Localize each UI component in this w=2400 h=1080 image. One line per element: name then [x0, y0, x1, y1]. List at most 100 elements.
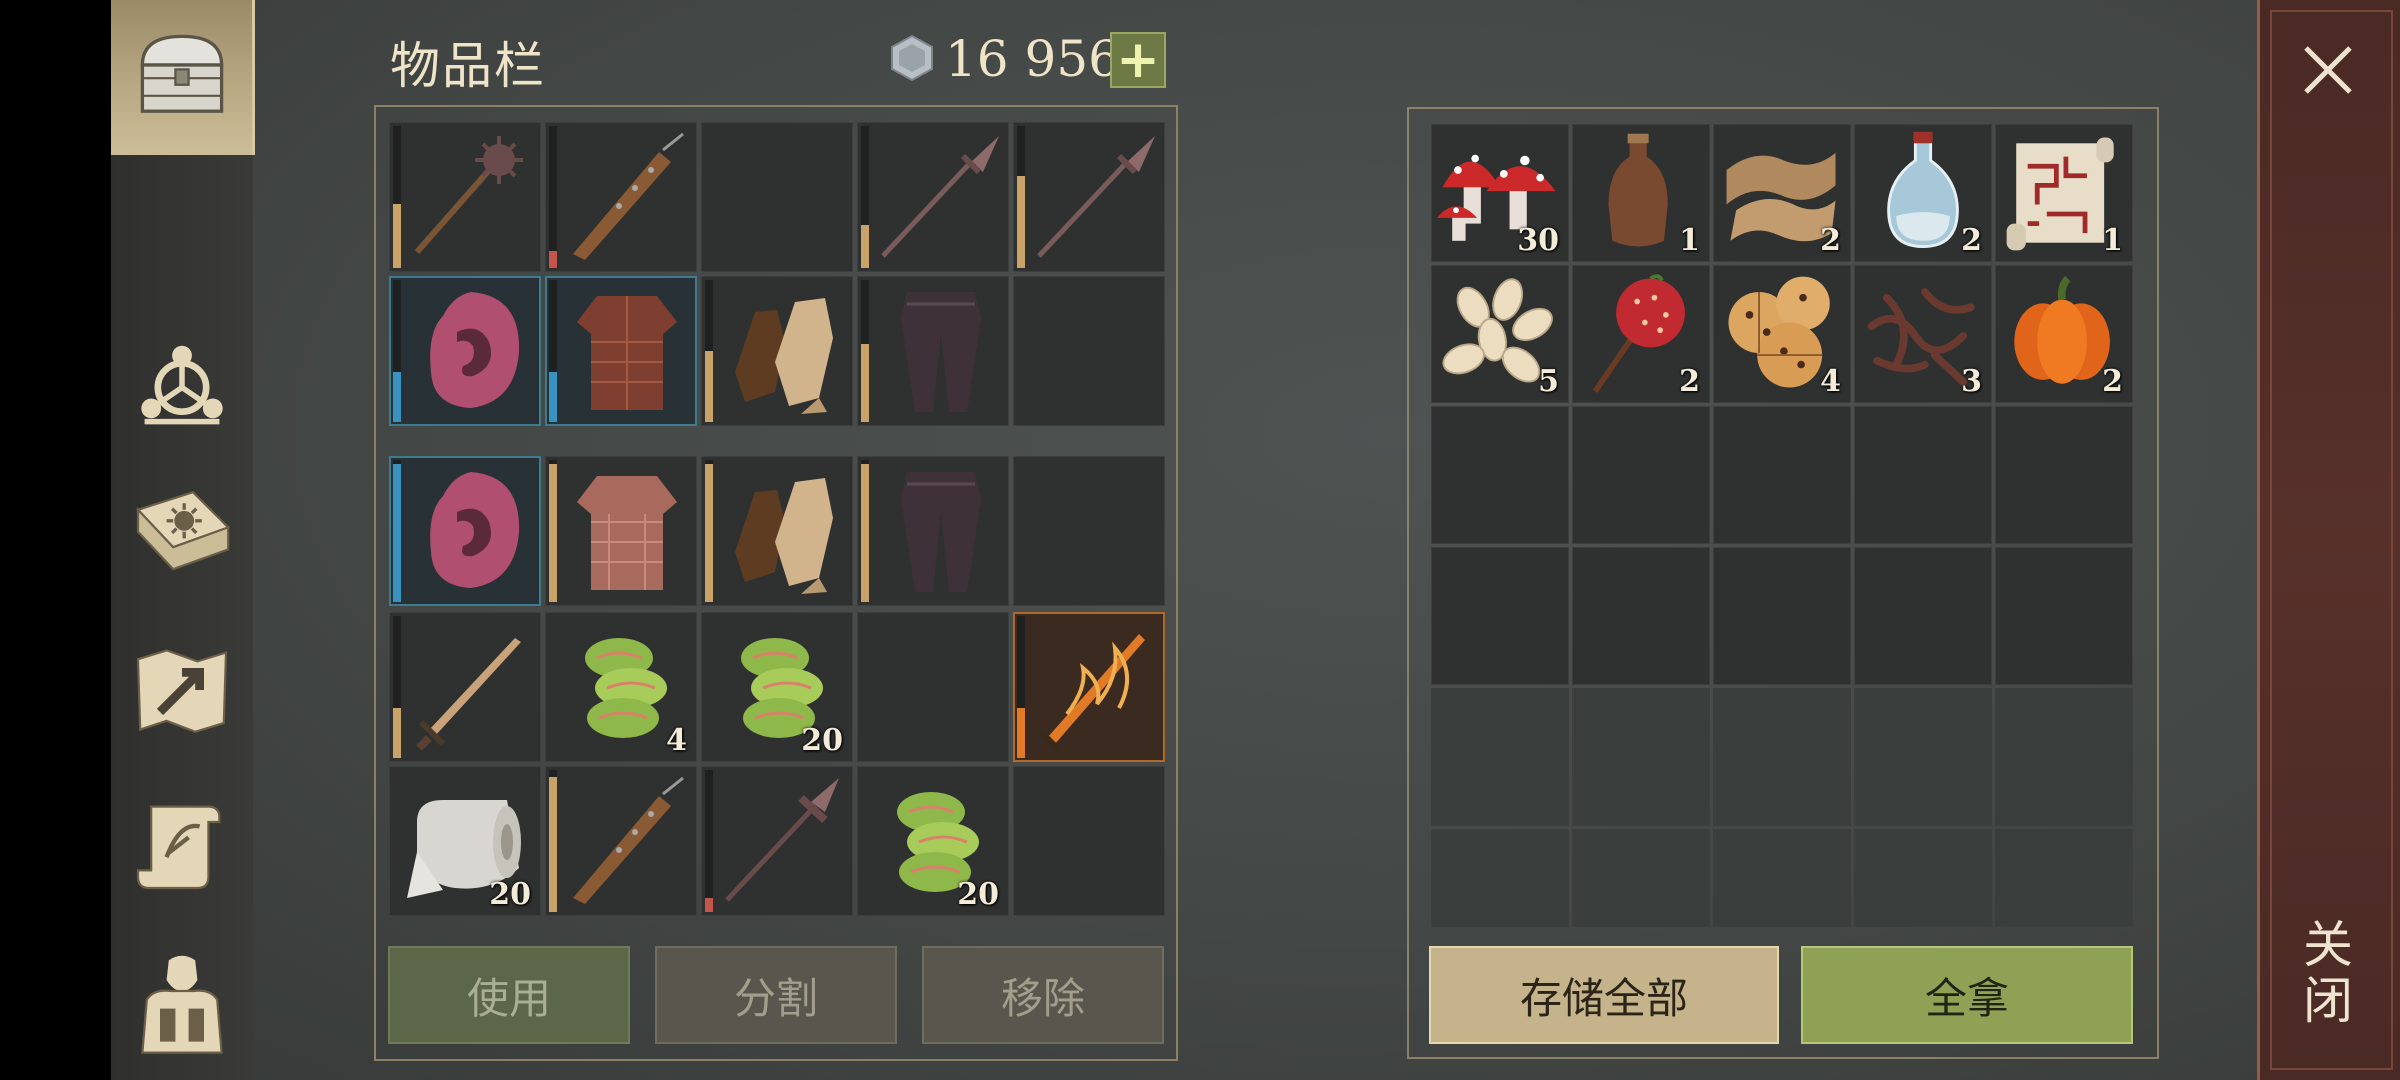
- inventory-slot[interactable]: [389, 612, 541, 762]
- item-count: 4: [1820, 364, 1841, 399]
- container-slot[interactable]: 2: [1713, 124, 1851, 262]
- coin-icon: [891, 34, 933, 82]
- durability-bar: [1017, 126, 1025, 268]
- container-slot[interactable]: 5: [1431, 265, 1569, 403]
- item-count: 2: [1961, 223, 1982, 258]
- container-slot[interactable]: [1713, 406, 1851, 544]
- inventory-slot[interactable]: [1013, 276, 1165, 426]
- inventory-slot[interactable]: [389, 122, 541, 272]
- container-slot[interactable]: [1854, 406, 1992, 544]
- inventory-slot[interactable]: [389, 276, 541, 426]
- container-slot[interactable]: [1431, 829, 1569, 927]
- inventory-slot[interactable]: [857, 612, 1009, 762]
- currency-amount: 16 956: [945, 30, 1120, 88]
- inventory-slot[interactable]: 20: [389, 766, 541, 916]
- durability-bar: [705, 460, 713, 602]
- container-slot[interactable]: [1713, 829, 1851, 927]
- container-slot[interactable]: 4: [1713, 265, 1851, 403]
- skills-book-icon[interactable]: [118, 470, 246, 598]
- item-count: 2: [2102, 364, 2123, 399]
- item-count: 5: [1538, 364, 1559, 399]
- durability-bar: [549, 126, 557, 268]
- item-count: 1: [2102, 223, 2123, 258]
- durability-bar: [393, 460, 401, 602]
- durability-bar: [861, 460, 869, 602]
- add-currency-button[interactable]: +: [1110, 32, 1166, 88]
- remove-button[interactable]: 移除: [922, 946, 1164, 1044]
- inventory-slot[interactable]: [701, 766, 853, 916]
- inventory-slot[interactable]: [545, 276, 697, 426]
- inventory-slot[interactable]: [389, 456, 541, 606]
- inventory-slot[interactable]: [857, 456, 1009, 606]
- inventory-slot[interactable]: [701, 456, 853, 606]
- close-label[interactable]: 关闭: [2295, 918, 2360, 1030]
- item-count: 20: [489, 877, 531, 912]
- container-slot[interactable]: [1713, 688, 1851, 826]
- inventory-slot[interactable]: [701, 276, 853, 426]
- durability-bar: [861, 126, 869, 268]
- inventory-slot[interactable]: 20: [857, 766, 1009, 916]
- hood-icon: [430, 292, 520, 408]
- spiked-club-icon: [573, 132, 684, 260]
- durability-bar: [549, 280, 557, 422]
- durability-bar: [393, 616, 401, 758]
- container-slot[interactable]: [1995, 688, 2133, 826]
- inventory-slot[interactable]: [1013, 766, 1165, 916]
- inventory-slot[interactable]: [1013, 122, 1165, 272]
- item-count: 4: [666, 723, 687, 758]
- container-slot[interactable]: [1431, 406, 1569, 544]
- container-slot[interactable]: [1854, 547, 1992, 685]
- inventory-slot[interactable]: 4: [545, 612, 697, 762]
- container-slot[interactable]: [1995, 406, 2133, 544]
- inventory-slot[interactable]: [857, 122, 1009, 272]
- container-slot[interactable]: 3: [1854, 265, 1992, 403]
- use-button[interactable]: 使用: [388, 946, 630, 1044]
- container-slot[interactable]: [1854, 829, 1992, 927]
- inventory-slot[interactable]: 20: [701, 612, 853, 762]
- container-slot[interactable]: 2: [1572, 265, 1710, 403]
- spiked-mace-icon: [414, 136, 523, 254]
- container-slot[interactable]: 30: [1431, 124, 1569, 262]
- container-slot[interactable]: [1431, 547, 1569, 685]
- item-count: 30: [1517, 223, 1559, 258]
- chainmail-tunic-icon: [577, 296, 677, 410]
- container-slot[interactable]: [1995, 829, 2133, 927]
- container-slot[interactable]: [1431, 688, 1569, 826]
- take-all-button[interactable]: 全拿: [1801, 946, 2133, 1044]
- inventory-slot[interactable]: [545, 456, 697, 606]
- container-slot[interactable]: [1995, 547, 2133, 685]
- container-slot[interactable]: [1572, 547, 1710, 685]
- character-icon[interactable]: [118, 938, 246, 1066]
- container-slot[interactable]: [1713, 547, 1851, 685]
- container-slot[interactable]: [1572, 688, 1710, 826]
- durability-bar: [705, 770, 713, 912]
- durability-bar: [549, 460, 557, 602]
- fire-sword-icon: [1036, 634, 1145, 754]
- inventory-slot[interactable]: [1013, 456, 1165, 606]
- hood-icon: [430, 472, 520, 588]
- container-slot[interactable]: 2: [1995, 265, 2133, 403]
- durability-bar: [393, 280, 401, 422]
- quests-scroll-icon[interactable]: [118, 780, 246, 908]
- container-slot[interactable]: 1: [1995, 124, 2133, 262]
- map-icon[interactable]: [118, 626, 246, 754]
- spear-icon: [1037, 136, 1155, 258]
- store-all-button[interactable]: 存储全部: [1429, 946, 1779, 1044]
- item-count: 20: [957, 877, 999, 912]
- inventory-slot[interactable]: [545, 122, 697, 272]
- crafting-icon[interactable]: [118, 318, 246, 446]
- inventory-slot[interactable]: [545, 766, 697, 916]
- inventory-slot[interactable]: [857, 276, 1009, 426]
- screen-left-edge: [0, 0, 111, 1080]
- pants-icon: [901, 292, 981, 412]
- container-slot[interactable]: 2: [1854, 124, 1992, 262]
- container-slot[interactable]: [1572, 829, 1710, 927]
- split-button[interactable]: 分割: [655, 946, 897, 1044]
- close-icon[interactable]: [2300, 42, 2356, 98]
- chest-icon[interactable]: [118, 12, 246, 140]
- inventory-slot[interactable]: [701, 122, 853, 272]
- container-slot[interactable]: 1: [1572, 124, 1710, 262]
- container-slot[interactable]: [1572, 406, 1710, 544]
- inventory-slot[interactable]: [1013, 612, 1165, 762]
- container-slot[interactable]: [1854, 688, 1992, 826]
